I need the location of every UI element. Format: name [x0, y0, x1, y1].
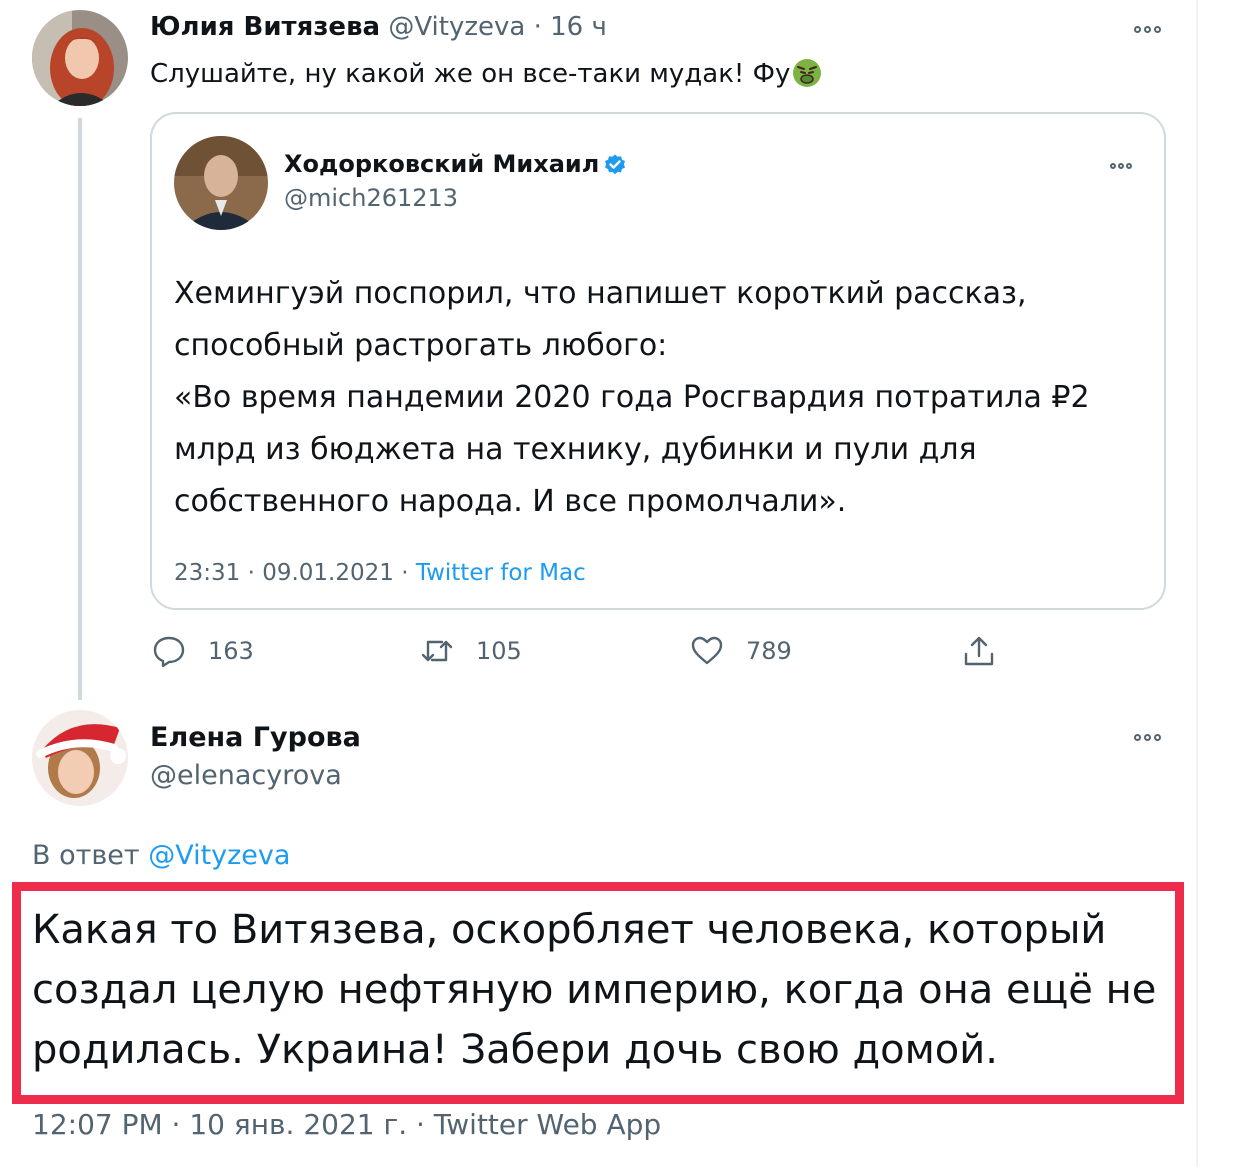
tweet-header: Юлия Витязева @Vityzeva · 16 ч	[150, 12, 607, 42]
quoted-datetime[interactable]: 23:31 · 09.01.2021 ·	[174, 560, 416, 586]
reply-text-line: создал целую нефтяную империю, когда она…	[32, 967, 1157, 1013]
reply-author-name[interactable]: Елена Гурова	[150, 722, 361, 753]
reply-text-line: родилась. Украина! Забери дочь свою домо…	[32, 1027, 998, 1073]
tweet-text-content: Слушайте, ну какой же он все-таки мудак!…	[150, 59, 791, 89]
author-handle[interactable]: @Vityzeva	[388, 12, 525, 42]
tweet-timestamp[interactable]: 16 ч	[550, 12, 607, 42]
reply-button[interactable]: 163	[152, 634, 254, 668]
like-button[interactable]: 789	[690, 634, 792, 668]
reply-tweet-text: Какая то Витязева, оскорбляет человека, …	[32, 900, 1156, 1080]
replying-to: В ответ @Vityzeva	[32, 840, 290, 871]
reply-more-options-icon[interactable]	[1134, 734, 1161, 741]
avatar-vityzeva-image	[32, 10, 128, 106]
quoted-text-line: млрд из бюджета на технику, дубинки и пу…	[174, 432, 977, 467]
reply-author-handle[interactable]: @elenacyrova	[150, 760, 342, 791]
nauseated-face-emoji	[793, 59, 822, 87]
retweet-count: 105	[476, 637, 522, 665]
avatar-khodorkovsky[interactable]	[174, 136, 268, 230]
share-button[interactable]	[962, 634, 996, 668]
quoted-text-line: способный растрогать любого:	[174, 328, 668, 363]
quoted-text-line: Хемингуэй поспорил, что напишет короткий…	[174, 276, 1027, 311]
retweet-icon	[421, 640, 453, 662]
quoted-tweet-text: Хемингуэй поспорил, что напишет короткий…	[174, 268, 1154, 528]
avatar-gurova[interactable]	[32, 710, 128, 806]
quoted-text-line: «Во время пандемии 2020 года Росгвардия …	[174, 380, 1090, 415]
share-icon	[964, 636, 994, 666]
quoted-source-link[interactable]: Twitter for Mac	[416, 560, 586, 586]
heart-icon	[691, 636, 723, 665]
verified-badge-icon	[605, 154, 626, 175]
quoted-author-name[interactable]: Ходорковский Михаил	[284, 150, 599, 178]
avatar-vityzeva[interactable]	[32, 10, 128, 106]
replying-to-mention[interactable]: @Vityzeva	[148, 840, 290, 871]
tweet-text: Слушайте, ну какой же он все-таки мудак!…	[150, 58, 822, 89]
more-options-icon[interactable]	[1134, 26, 1161, 33]
reply-icon	[153, 636, 185, 668]
avatar-khodorkovsky-image	[174, 136, 268, 230]
retweet-button[interactable]: 105	[420, 634, 522, 668]
separator-dot: ·	[533, 12, 542, 42]
quoted-text-line: собственного народа. И все промолчали».	[174, 484, 847, 519]
quoted-tweet-meta: 23:31 · 09.01.2021 · Twitter for Mac	[174, 560, 586, 586]
author-name[interactable]: Юлия Витязева	[150, 12, 380, 42]
quoted-more-options-icon[interactable]	[1110, 163, 1132, 169]
like-count: 789	[746, 637, 792, 665]
reply-text-line: Какая то Витязева, оскорбляет человека, …	[32, 907, 1107, 953]
thread-connector-line	[78, 118, 82, 700]
quoted-author-handle[interactable]: @mich261213	[284, 184, 458, 212]
quoted-author-row: Ходорковский Михаил	[284, 150, 627, 178]
reply-tweet-meta[interactable]: 12:07 PM · 10 янв. 2021 г. · Twitter Web…	[32, 1108, 661, 1141]
reply-count: 163	[208, 637, 254, 665]
timeline-divider	[1196, 0, 1198, 1167]
replying-to-prefix: В ответ	[32, 840, 149, 871]
avatar-gurova-image	[32, 710, 128, 806]
